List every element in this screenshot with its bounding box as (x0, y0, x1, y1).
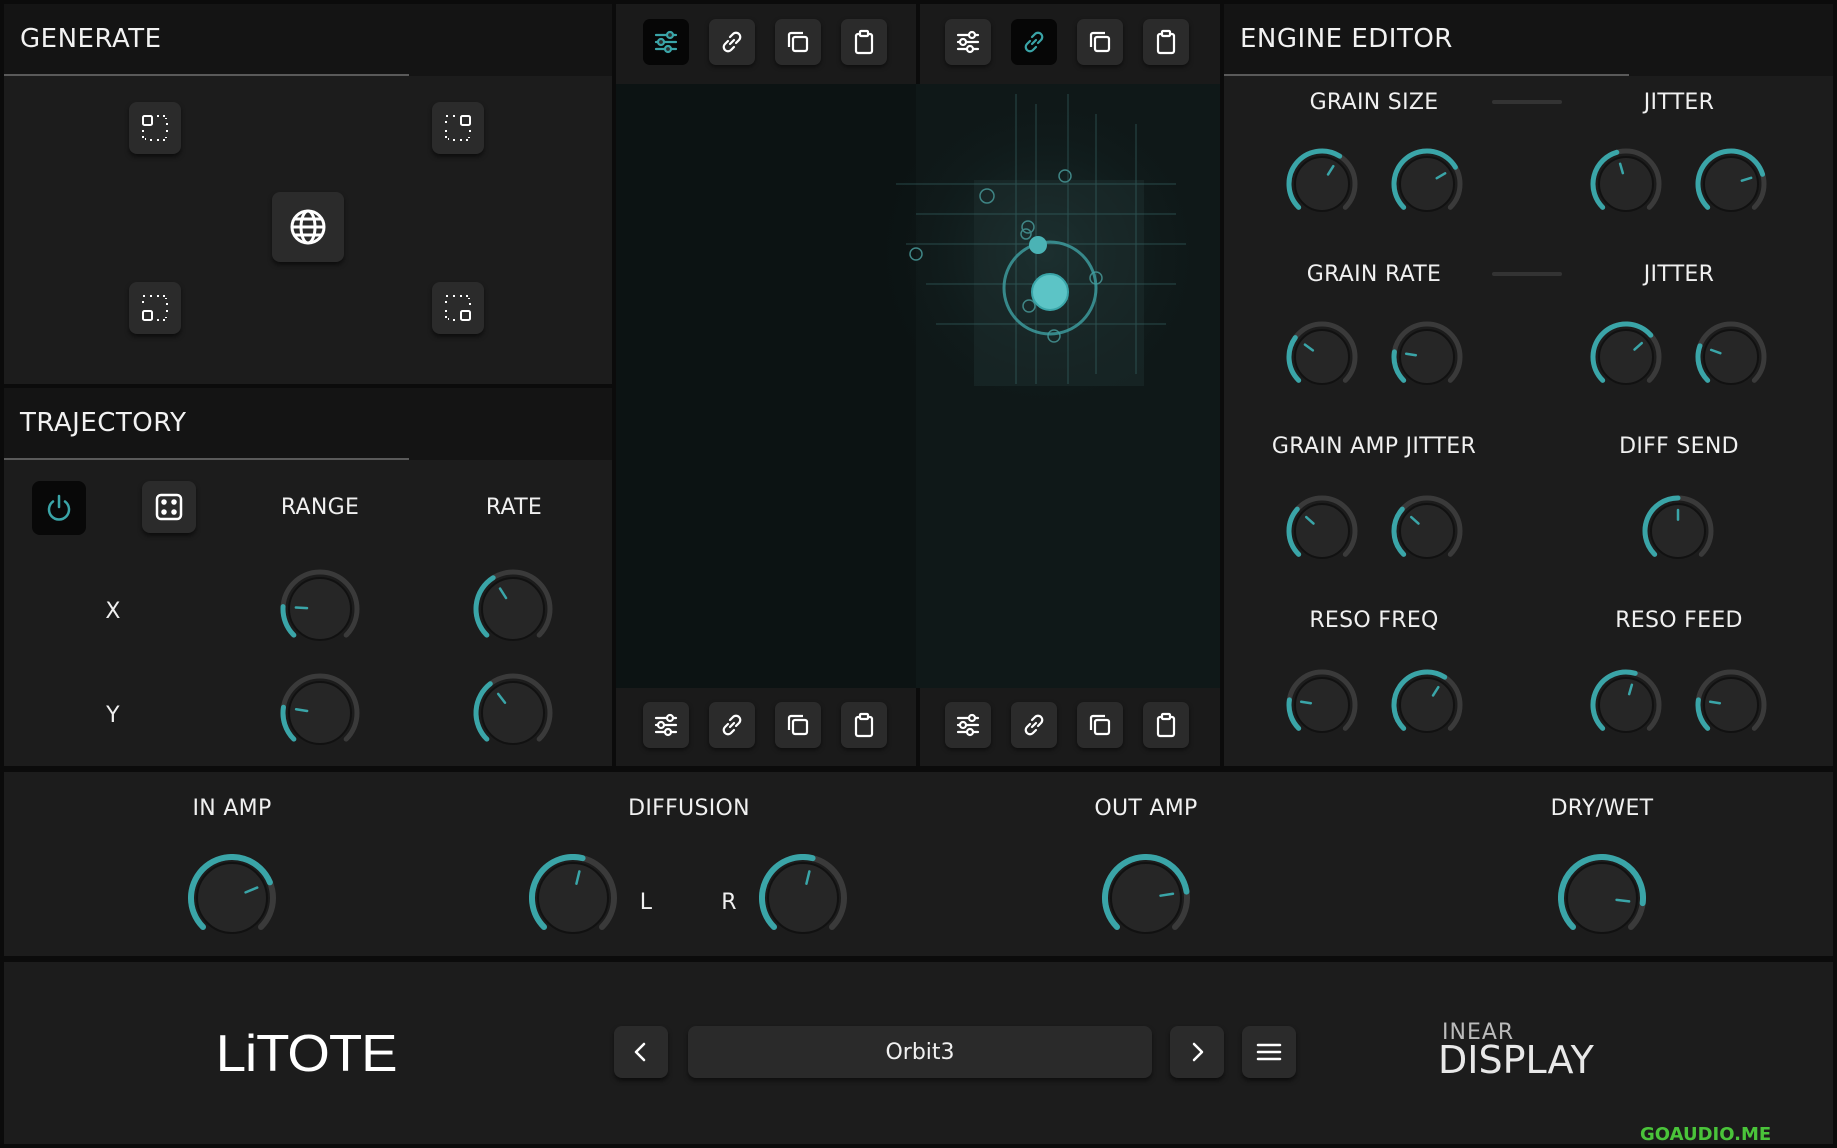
xy-bottom-right-link-button[interactable] (1011, 702, 1057, 748)
xy-bottom-left-copy-button[interactable] (775, 702, 821, 748)
xy-bottom-right-sliders-button[interactable] (945, 702, 991, 748)
xy-bottom-left-paste-button[interactable] (841, 702, 887, 748)
sliders-icon (956, 713, 980, 737)
xy-bottom-left-link-button[interactable] (709, 702, 755, 748)
copy-icon (787, 714, 809, 736)
xy-top-right-paste-button[interactable] (1143, 19, 1189, 65)
copy-icon (787, 31, 809, 53)
copy-icon (1089, 714, 1111, 736)
link-icon (722, 714, 742, 736)
link-icon (1024, 714, 1044, 736)
xy-top-right-copy-button[interactable] (1077, 19, 1123, 65)
sliders-icon (956, 30, 980, 54)
copy-icon (1089, 31, 1111, 53)
clipboard-icon (854, 29, 874, 55)
xy-bottom-left-sliders-button[interactable] (643, 702, 689, 748)
clipboard-icon (1156, 29, 1176, 55)
xy-bottom-right-copy-button[interactable] (1077, 702, 1123, 748)
xy-top-left-paste-button[interactable] (841, 19, 887, 65)
toolbar-layer (0, 0, 1837, 1148)
link-icon (1024, 31, 1044, 53)
xy-top-left-link-button[interactable] (709, 19, 755, 65)
xy-bottom-right-paste-button[interactable] (1143, 702, 1189, 748)
xy-top-left-sliders-button[interactable] (643, 19, 689, 65)
clipboard-icon (854, 712, 874, 738)
xy-top-right-link-button[interactable] (1011, 19, 1057, 65)
clipboard-icon (1156, 712, 1176, 738)
sliders-icon (654, 713, 678, 737)
xy-top-left-copy-button[interactable] (775, 19, 821, 65)
link-icon (722, 31, 742, 53)
sliders-icon (654, 30, 678, 54)
xy-top-right-sliders-button[interactable] (945, 19, 991, 65)
